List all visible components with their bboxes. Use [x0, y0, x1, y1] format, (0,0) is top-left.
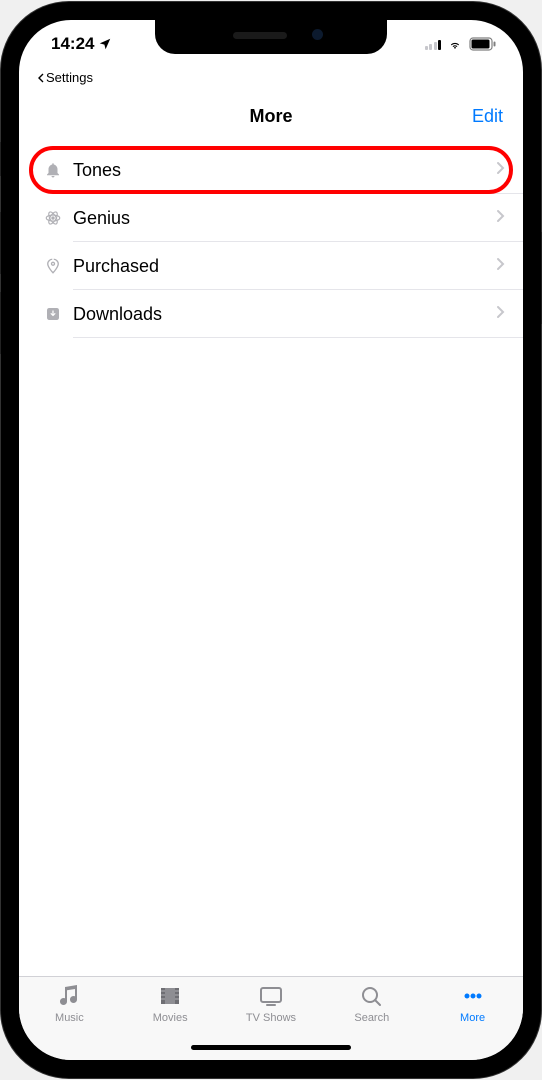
- film-icon: [156, 983, 184, 1009]
- list-item-label: Genius: [73, 208, 496, 229]
- battery-icon: [469, 37, 497, 51]
- status-left: 14:24: [51, 34, 112, 54]
- navigation-bar: More Edit: [19, 86, 523, 146]
- edit-button[interactable]: Edit: [472, 106, 503, 127]
- status-right: [425, 37, 498, 51]
- cellular-signal-icon: [425, 38, 442, 50]
- tab-label: Music: [55, 1012, 84, 1024]
- tab-bar: Music Movies TV Shows Search: [19, 976, 523, 1060]
- list-separator: [73, 337, 523, 338]
- back-to-app-label: Settings: [46, 70, 93, 85]
- back-to-app-button[interactable]: Settings: [37, 70, 93, 85]
- music-icon: [55, 983, 83, 1009]
- chevron-right-icon: [496, 257, 505, 276]
- device-volume-up: [0, 212, 1, 274]
- chevron-right-icon: [496, 209, 505, 228]
- list-item-label: Purchased: [73, 256, 496, 277]
- home-indicator[interactable]: [191, 1045, 351, 1050]
- list-item-genius[interactable]: Genius: [19, 194, 523, 242]
- tab-more[interactable]: More: [422, 983, 523, 1024]
- tab-label: TV Shows: [246, 1012, 296, 1024]
- tv-icon: [257, 983, 285, 1009]
- device-silent-switch: [0, 142, 1, 176]
- list-item-tones[interactable]: Tones: [19, 146, 523, 194]
- tab-label: Movies: [153, 1012, 188, 1024]
- more-list: Tones Genius Purchas: [19, 146, 523, 976]
- atom-icon: [37, 209, 69, 227]
- location-icon: [98, 37, 112, 51]
- tab-music[interactable]: Music: [19, 983, 120, 1024]
- download-icon: [37, 305, 69, 323]
- more-icon: [459, 983, 487, 1009]
- status-time: 14:24: [51, 34, 94, 54]
- tab-movies[interactable]: Movies: [120, 983, 221, 1024]
- chevron-right-icon: [496, 305, 505, 324]
- screen: 14:24 Settings More Edit: [19, 20, 523, 1060]
- device-notch: [155, 20, 387, 54]
- device-frame: 14:24 Settings More Edit: [1, 2, 541, 1078]
- tab-tv-shows[interactable]: TV Shows: [221, 983, 322, 1024]
- list-item-label: Tones: [73, 160, 496, 181]
- tab-search[interactable]: Search: [321, 983, 422, 1024]
- chevron-right-icon: [496, 161, 505, 180]
- tab-label: More: [460, 1012, 485, 1024]
- list-item-label: Downloads: [73, 304, 496, 325]
- bell-icon: [37, 161, 69, 179]
- page-title: More: [249, 106, 292, 127]
- tab-label: Search: [354, 1012, 389, 1024]
- device-volume-down: [0, 292, 1, 354]
- list-item-downloads[interactable]: Downloads: [19, 290, 523, 338]
- list-item-purchased[interactable]: Purchased: [19, 242, 523, 290]
- wifi-icon: [446, 37, 464, 51]
- search-icon: [358, 983, 386, 1009]
- tag-icon: [37, 257, 69, 275]
